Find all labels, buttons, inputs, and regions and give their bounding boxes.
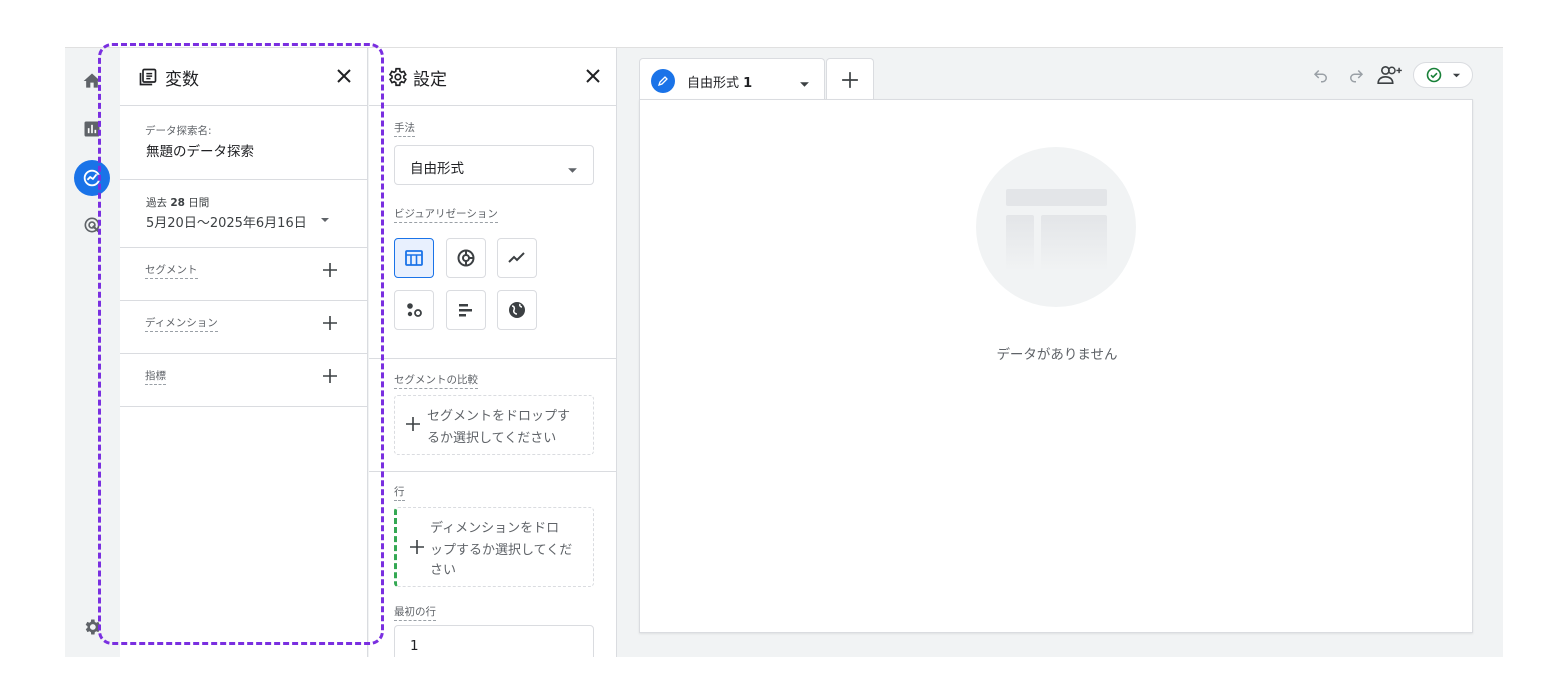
date-preset-prefix: 過去 bbox=[146, 197, 171, 209]
segments-section: セグメント bbox=[120, 248, 367, 301]
add-metric-button[interactable] bbox=[319, 365, 341, 387]
rows-drop-text-2: ップするか選択してくだ bbox=[430, 543, 573, 558]
status-menu-button[interactable] bbox=[1413, 62, 1473, 88]
reports-icon[interactable] bbox=[81, 118, 103, 140]
close-settings-button[interactable] bbox=[581, 64, 605, 88]
settings-gear-icon bbox=[386, 66, 408, 92]
chevron-down-icon[interactable] bbox=[320, 210, 330, 229]
plus-icon bbox=[409, 539, 425, 559]
exploration-name-section: データ探索名: 無題のデータ探索 bbox=[120, 106, 367, 180]
tab-label: 自由形式 1 bbox=[687, 72, 752, 91]
viz-bar-button[interactable] bbox=[446, 290, 486, 330]
viz-geo-button[interactable] bbox=[497, 290, 537, 330]
close-variables-button[interactable] bbox=[332, 64, 356, 88]
scatter-plot-icon bbox=[407, 303, 422, 317]
share-user-icon[interactable] bbox=[1376, 64, 1404, 86]
segment-drop-zone[interactable]: セグメントをドロップす るか選択してください bbox=[394, 395, 594, 455]
technique-label: 手法 bbox=[394, 120, 415, 137]
plus-icon bbox=[405, 416, 421, 436]
settings-title: 設定 bbox=[413, 70, 447, 90]
undo-icon[interactable] bbox=[1310, 64, 1332, 86]
explore-icon[interactable] bbox=[74, 160, 110, 196]
settings-panel: 設定 手法 自由形式 ビジュアリゼーション セグメントの比較 セグメントをドロッ… bbox=[369, 48, 617, 657]
empty-state-illustration bbox=[976, 147, 1136, 307]
viz-donut-button[interactable] bbox=[446, 238, 486, 278]
caret-down-icon bbox=[567, 161, 578, 180]
dimensions-label: ディメンション bbox=[145, 315, 218, 332]
advertising-icon[interactable] bbox=[81, 214, 103, 236]
segments-label: セグメント bbox=[145, 262, 198, 279]
variables-list-icon bbox=[138, 67, 158, 91]
redo-icon[interactable] bbox=[1345, 64, 1367, 86]
date-preset-number: 28 bbox=[170, 197, 185, 209]
first-row-value: 1 bbox=[410, 638, 419, 654]
rows-label: 行 bbox=[394, 484, 405, 501]
empty-message: データがありません bbox=[996, 347, 1118, 363]
donut-chart-icon bbox=[457, 249, 475, 267]
technique-value: 自由形式 bbox=[410, 161, 464, 177]
globe-icon bbox=[509, 302, 525, 318]
line-chart-icon bbox=[508, 252, 525, 263]
bar-chart-icon bbox=[459, 304, 472, 317]
settings-header: 設定 bbox=[369, 48, 616, 106]
analytics-app: 変数 データ探索名: 無題のデータ探索 過去 28 日間 5月20日〜2025年… bbox=[65, 47, 1503, 657]
tab-label-text: 自由形式 bbox=[687, 76, 744, 91]
metrics-label: 指標 bbox=[145, 368, 166, 385]
plus-icon bbox=[842, 71, 858, 88]
date-range-value: 5月20日〜2025年6月16日 bbox=[146, 216, 307, 231]
date-range-section[interactable]: 過去 28 日間 5月20日〜2025年6月16日 bbox=[120, 180, 367, 248]
tab-freeform-1[interactable]: 自由形式 1 bbox=[639, 58, 825, 100]
viz-line-button[interactable] bbox=[497, 238, 537, 278]
variables-title: 変数 bbox=[165, 70, 199, 90]
segment-compare-section: セグメントの比較 セグメントをドロップす るか選択してください bbox=[369, 359, 616, 472]
segment-compare-label: セグメントの比較 bbox=[394, 372, 478, 389]
add-dimension-button[interactable] bbox=[319, 312, 341, 334]
home-icon[interactable] bbox=[81, 70, 103, 92]
technique-select[interactable]: 自由形式 bbox=[394, 145, 594, 185]
rows-drop-text-3: さい bbox=[430, 563, 457, 578]
date-preset-suffix: 日間 bbox=[184, 197, 210, 209]
rows-section: 行 ディメンションをドロ ップするか選択してくだ さい 最初の行 1 bbox=[369, 472, 617, 657]
rows-drop-text-1: ディメンションをドロ bbox=[430, 521, 560, 536]
add-segment-button[interactable] bbox=[319, 259, 341, 281]
segment-drop-text-1: セグメントをドロップす bbox=[427, 409, 571, 424]
rows-drop-zone[interactable]: ディメンションをドロ ップするか選択してくだ さい bbox=[394, 507, 594, 587]
exploration-name-label: データ探索名: bbox=[145, 125, 212, 137]
table-icon bbox=[405, 250, 423, 266]
viz-table-button[interactable] bbox=[394, 238, 434, 278]
technique-visualization-section: 手法 自由形式 ビジュアリゼーション bbox=[369, 106, 616, 359]
left-nav-rail bbox=[65, 48, 120, 657]
date-preset-label: 過去 28 日間 bbox=[146, 195, 209, 210]
dimensions-section: ディメンション bbox=[120, 301, 367, 354]
first-row-label: 最初の行 bbox=[394, 604, 436, 621]
metrics-section: 指標 bbox=[120, 354, 367, 407]
edit-pencil-icon[interactable] bbox=[651, 69, 675, 93]
check-circle-icon bbox=[1426, 67, 1441, 83]
segment-drop-text-2: るか選択してください bbox=[427, 431, 557, 446]
visualization-label: ビジュアリゼーション bbox=[394, 206, 498, 223]
add-tab-button[interactable] bbox=[826, 58, 874, 100]
tab-menu-caret-icon[interactable] bbox=[799, 75, 810, 94]
variables-header: 変数 bbox=[120, 48, 367, 106]
caret-down-icon bbox=[1452, 73, 1460, 77]
first-row-input[interactable]: 1 bbox=[394, 625, 594, 657]
tab-label-number: 1 bbox=[743, 76, 753, 91]
visualization-area: データがありません bbox=[639, 99, 1473, 633]
exploration-canvas: 自由形式 1 データがありません bbox=[639, 48, 1503, 657]
variables-panel: 変数 データ探索名: 無題のデータ探索 過去 28 日間 5月20日〜2025年… bbox=[120, 48, 368, 657]
exploration-name-input[interactable]: 無題のデータ探索 bbox=[146, 140, 254, 160]
admin-gear-icon[interactable] bbox=[81, 616, 103, 638]
viz-scatter-button[interactable] bbox=[394, 290, 434, 330]
